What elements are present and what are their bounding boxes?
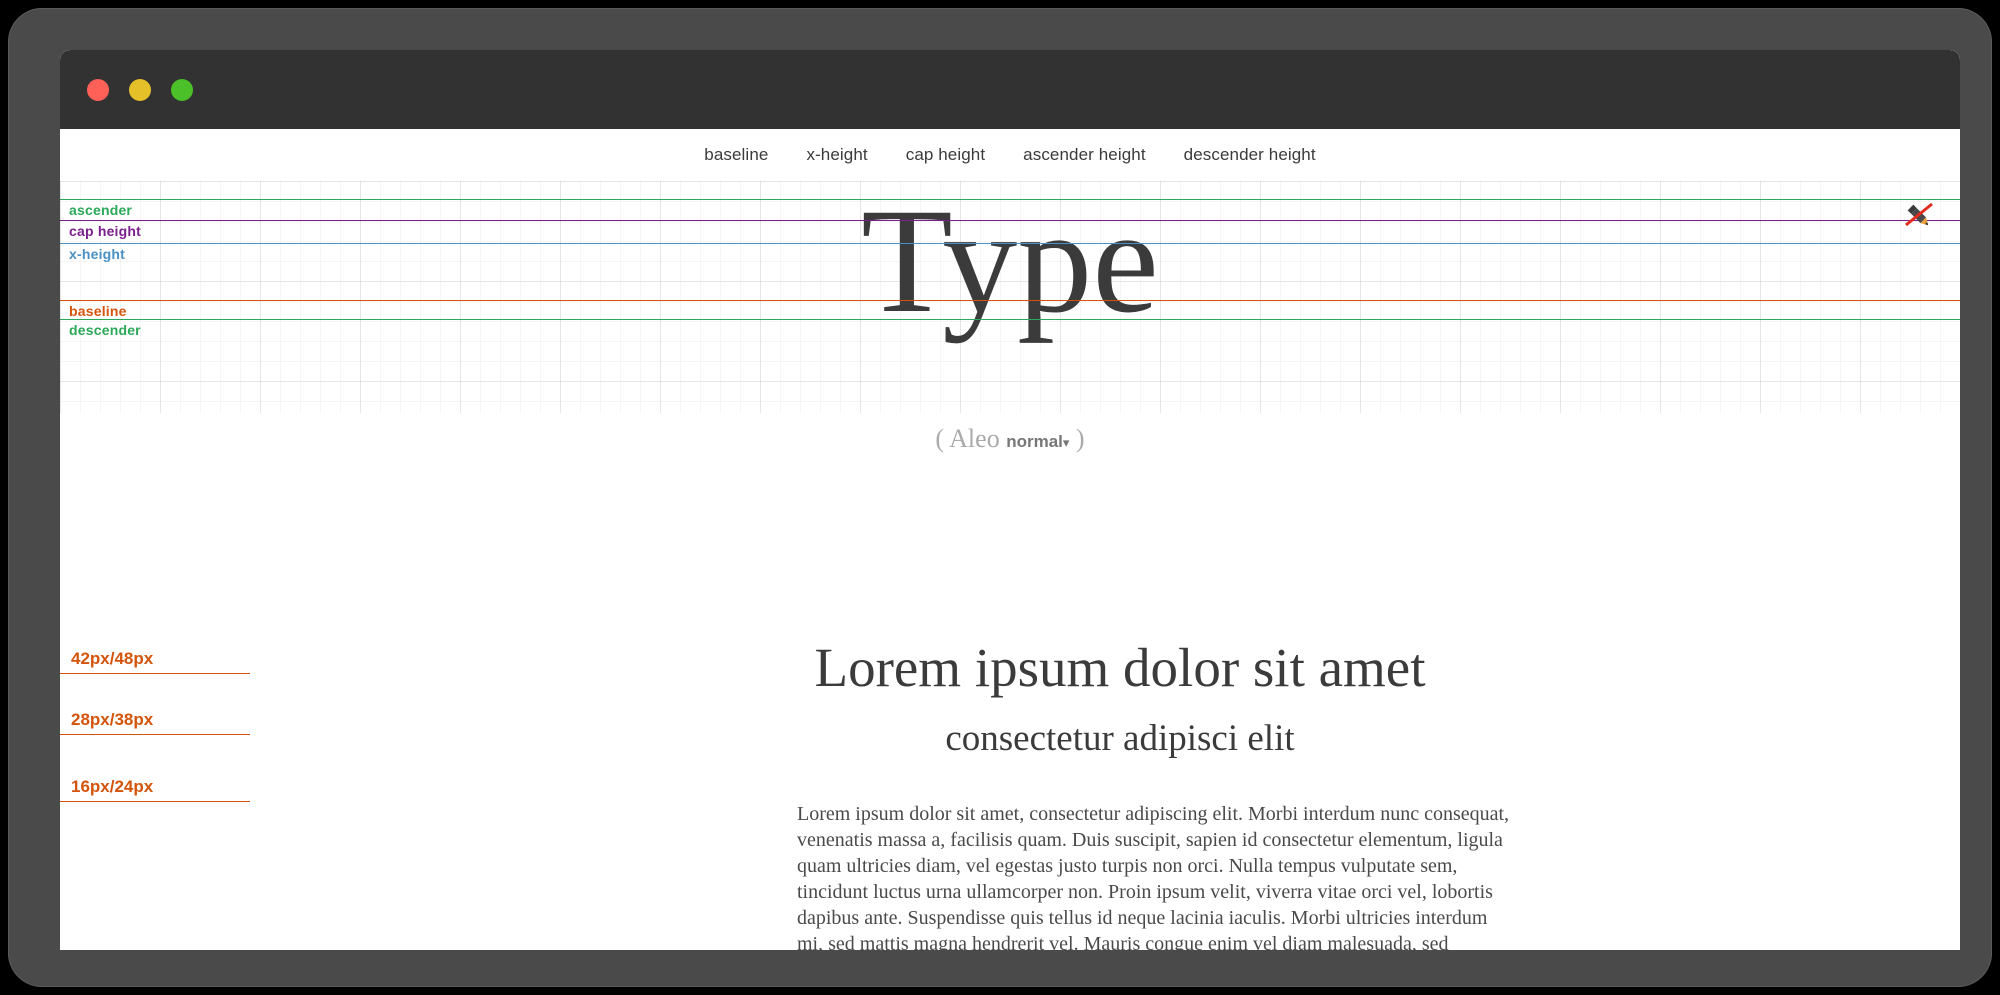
guide-label-cap-height: cap height: [69, 223, 142, 239]
size-label-h2: 28px/38px: [71, 710, 154, 729]
nav-link-ascender-height[interactable]: ascender height: [1023, 145, 1145, 165]
guide-label-x-height: x-height: [69, 246, 126, 262]
font-family-name[interactable]: Aleo: [949, 424, 1000, 453]
guide-label-baseline: baseline: [69, 303, 127, 319]
font-selector-close-paren: ): [1075, 424, 1085, 453]
size-marker-h2: 28px/38px: [60, 710, 250, 735]
size-marker-body: 16px/24px: [60, 777, 250, 802]
font-selector[interactable]: ( Aleo normal▾ ): [60, 424, 1960, 454]
sample-body-text: Lorem ipsum dolor sit amet, consectetur …: [797, 803, 1510, 950]
metrics-nav: baseline x-height cap height ascender he…: [60, 129, 1960, 181]
size-label-body: 16px/24px: [71, 777, 154, 796]
size-rule-h2: [60, 734, 250, 735]
minimize-button[interactable]: [129, 78, 151, 101]
guide-label-ascender: ascender: [69, 202, 133, 218]
nav-link-baseline[interactable]: baseline: [704, 145, 768, 165]
font-weight-select[interactable]: normal: [1006, 432, 1063, 451]
size-label-h1: 42px/48px: [71, 649, 154, 668]
guide-label-descender: descender: [69, 322, 141, 338]
device-frame: baseline x-height cap height ascender he…: [8, 8, 1992, 987]
font-selector-open-paren: (: [935, 424, 945, 453]
close-button[interactable]: [87, 78, 109, 101]
specimen-word: Type: [861, 178, 1159, 344]
page-content: baseline x-height cap height ascender he…: [60, 129, 1960, 950]
size-rule-h1: [60, 673, 250, 674]
sample-heading-1: Lorem ipsum dolor sit amet: [814, 637, 1426, 698]
nav-link-x-height[interactable]: x-height: [806, 145, 867, 165]
size-rule-body: [60, 801, 250, 802]
traffic-light-group: [87, 78, 193, 101]
size-marker-h1: 42px/48px: [60, 649, 250, 674]
zoom-button[interactable]: [171, 78, 193, 101]
nav-link-cap-height[interactable]: cap height: [906, 145, 985, 165]
window-titlebar: [60, 50, 1960, 129]
chevron-down-icon[interactable]: ▾: [1063, 435, 1070, 450]
sample-heading-2: consectetur adipisci elit: [945, 718, 1295, 759]
nav-link-descender-height[interactable]: descender height: [1184, 145, 1316, 165]
browser-window: baseline x-height cap height ascender he…: [60, 50, 1960, 950]
pencil-disabled-icon[interactable]: [1902, 199, 1936, 233]
specimen-grid-panel: Type ascender cap height x-height baseli…: [60, 181, 1960, 413]
